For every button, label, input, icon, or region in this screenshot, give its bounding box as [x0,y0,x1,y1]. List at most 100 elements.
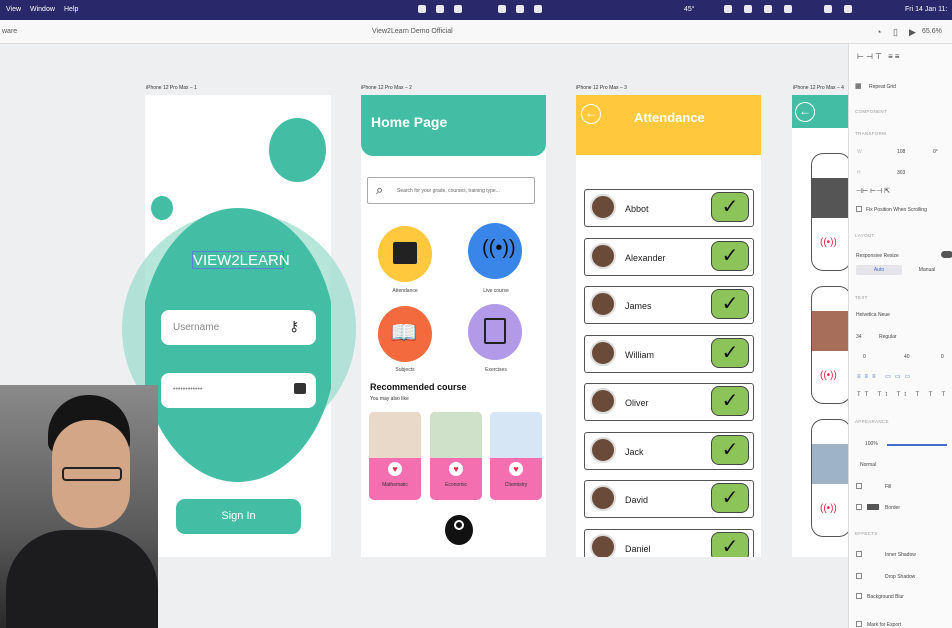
live-card[interactable]: ((•)) [811,153,848,271]
flip-icons[interactable]: ⊣⊢ ⊢⊣ ⇱ [856,187,890,195]
blend-mode-select[interactable]: Normal [860,462,876,468]
heart-icon[interactable]: ♥ [388,462,402,476]
status-icon[interactable] [534,5,542,13]
course-image [430,412,482,458]
font-weight-select[interactable]: Regular [879,334,897,340]
search-icon[interactable] [844,5,852,13]
feature-label: Attendance [392,288,418,294]
attendance-row[interactable]: Daniel ✓ [584,529,754,557]
search-input[interactable]: ⌕ Search for your grade, courses, traini… [367,177,535,204]
back-arrow-icon[interactable]: ← [795,102,815,122]
heart-icon[interactable]: ♥ [449,462,463,476]
course-card-chemistry[interactable]: ♥ Chemistry [490,412,542,500]
status-icon[interactable] [418,5,426,13]
repeat-grid-icon[interactable]: ▦ [855,82,862,90]
sign-in-button[interactable]: Sign In [176,499,301,534]
play-icon[interactable]: ▶ [909,27,916,38]
check-icon[interactable]: ✓ [711,435,749,465]
exercises-feature-button[interactable] [468,304,522,360]
border-swatch[interactable] [867,504,879,510]
mark-export-checkbox[interactable] [856,621,862,627]
menu-help[interactable]: Help [64,6,78,13]
check-icon[interactable]: ✓ [711,386,749,416]
attendance-row[interactable]: David ✓ [584,480,754,518]
fill-checkbox[interactable] [856,483,862,489]
status-icon[interactable] [498,5,506,13]
artboard-label[interactable]: iPhone 12 Pro Max – 2 [361,85,412,91]
check-icon[interactable]: ✓ [711,241,749,271]
avatar [590,437,616,463]
attendance-row[interactable]: James ✓ [584,286,754,324]
rotation-value[interactable]: 0° [933,149,938,155]
attendance-row[interactable]: William ✓ [584,335,754,373]
fix-position-checkbox[interactable] [856,206,862,212]
course-card-mathematic[interactable]: ♥ Mathematic [369,412,421,500]
back-arrow-icon[interactable]: ← [581,104,601,124]
menu-window[interactable]: Window [30,6,55,13]
font-family-select[interactable]: Helvetica Neue [856,312,890,318]
menu-view[interactable]: View [6,6,21,13]
font-size-input[interactable]: 34 [856,334,862,340]
avatar [590,194,616,220]
artboard-label[interactable]: iPhone 12 Pro Max – 4 [793,85,844,91]
attendance-row[interactable]: Jack ✓ [584,432,754,470]
repeat-grid-button[interactable]: Repeat Grid [869,84,896,90]
live-card[interactable]: ((•)) [811,286,848,404]
zoom-level[interactable]: 65.6% [922,28,942,35]
check-icon[interactable]: ✓ [711,483,749,513]
attendance-row[interactable]: Alexander ✓ [584,238,754,276]
attendance-row[interactable]: Oliver ✓ [584,383,754,421]
text-transform-icons[interactable]: TT Tt Tt T T T [857,392,949,398]
artboard-label[interactable]: iPhone 12 Pro Max – 1 [146,85,197,91]
status-icon[interactable] [744,5,752,13]
artboard-label[interactable]: iPhone 12 Pro Max – 3 [576,85,627,91]
brand-title[interactable]: VIEW2LEARN [192,251,290,269]
course-card-economic[interactable]: ♥ Economic [430,412,482,500]
user-icon[interactable]: ◔ [876,27,881,37]
username-field[interactable]: Username ⚷ [161,310,316,345]
heart-icon[interactable]: ♥ [509,462,523,476]
subjects-feature-button[interactable]: 📖 [378,306,432,362]
wifi-icon[interactable] [824,5,832,13]
artboard-live-course[interactable]: ← ((•)) ((•)) ((•)) [792,95,848,557]
text-align-icons[interactable]: ≡≡≡ ▭▭▭ [857,373,914,380]
status-icon[interactable] [764,5,772,13]
border-checkbox[interactable] [856,504,862,510]
check-icon[interactable]: ✓ [711,192,749,222]
char-spacing-input[interactable]: 0 [863,354,866,360]
transform-label: W [857,149,862,155]
inner-shadow-checkbox[interactable] [856,551,862,557]
align-icons[interactable]: ⊢⊣⊤ ≡≡ [857,52,901,61]
attendance-row[interactable]: Abbot ✓ [584,189,754,227]
para-spacing-input[interactable]: 0 [941,354,944,360]
transform-h[interactable]: 303 [897,170,905,176]
profile-icon[interactable] [445,515,473,545]
line-spacing-input[interactable]: 40 [904,354,910,360]
status-icon[interactable] [784,5,792,13]
opacity-slider[interactable] [887,444,947,446]
check-icon[interactable]: ✓ [711,338,749,368]
status-icon[interactable] [516,5,524,13]
status-icon[interactable] [436,5,444,13]
document-title[interactable]: View2Learn Demo Official [372,28,453,35]
search-icon: ⌕ [376,182,384,197]
attendance-feature-button[interactable] [378,226,432,282]
responsive-resize-toggle[interactable] [941,251,952,258]
profile-icon-head [454,520,464,530]
background-blur-checkbox[interactable] [856,593,862,599]
status-icon[interactable] [724,5,732,13]
password-field[interactable]: •••••••••••• [161,373,316,408]
live-course-feature-button[interactable]: ((•)) [468,223,522,279]
check-icon[interactable]: ✓ [711,289,749,319]
status-icon[interactable] [454,5,462,13]
manual-tab[interactable]: Manual [904,265,950,275]
transform-w[interactable]: 108 [897,149,905,155]
check-icon[interactable]: ✓ [711,532,749,557]
artboard-attendance[interactable]: ← Attendance Abbot ✓ Alexander ✓ James ✓ Wi… [576,95,761,557]
device-icon[interactable]: ▯ [893,27,898,38]
auto-tab[interactable]: Auto [856,265,902,275]
drop-shadow-checkbox[interactable] [856,573,862,579]
opacity-value[interactable]: 100% [865,441,878,447]
live-card[interactable]: ((•)) [811,419,848,537]
key-icon: ⚷ [289,318,300,334]
